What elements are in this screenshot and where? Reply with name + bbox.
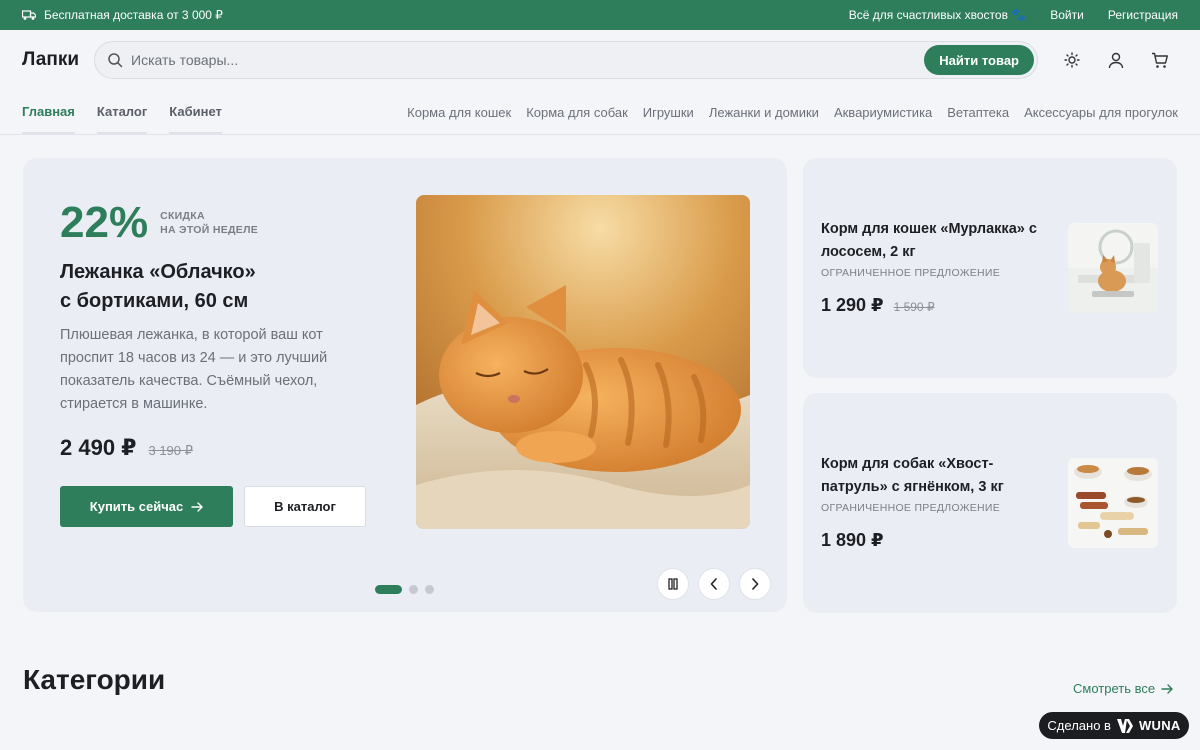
hero-title-line1: Лежанка «Облачко» [60, 261, 256, 283]
chevron-right-icon [752, 578, 759, 590]
promo-text: Всё для счастливых хвостов 🐾 [848, 8, 1027, 22]
wuna-logo-icon [1116, 718, 1133, 733]
hero-price: 2 490 ₽ 3 190 ₽ [60, 435, 193, 461]
pause-slider-button[interactable] [657, 568, 689, 600]
shipping-text: Бесплатная доставка от 3 000 ₽ [44, 8, 223, 22]
offer-title[interactable]: Корм для кошек «Мурлакка» с лососем, 2 к… [821, 218, 1049, 264]
discount-block: 22% СКИДКА НА ЭТОЙ НЕДЕЛЕ [60, 198, 258, 248]
prev-slide-button[interactable] [698, 568, 730, 600]
theme-toggle-sun-icon[interactable] [1062, 50, 1082, 70]
truck-icon [22, 10, 36, 20]
discount-label-line1: СКИДКА [160, 210, 205, 222]
to-catalog-button[interactable]: В каталог [244, 486, 366, 527]
categories-heading: Категории [23, 664, 166, 695]
slide-dot-2[interactable] [409, 585, 418, 594]
offer-old-price: 1 590 ₽ [893, 300, 935, 314]
hero-product-image [416, 195, 750, 529]
nav-catalog[interactable]: Каталог [96, 90, 148, 134]
see-all-label: Смотреть все [1073, 681, 1156, 696]
category-beds[interactable]: Лежанки и домики [709, 105, 819, 120]
made-by-badge[interactable]: Сделано в WUNA [1039, 712, 1189, 739]
chevron-left-icon [710, 578, 717, 590]
search-bar: Найти товар [94, 41, 1038, 79]
offer-image-cat-food[interactable] [1068, 223, 1158, 313]
register-link[interactable]: Регистрация [1108, 8, 1178, 22]
login-link[interactable]: Войти [1050, 8, 1084, 22]
hero-title: Лежанка «Облачко» с бортиками, 60 см [60, 258, 360, 316]
see-all-link[interactable]: Смотреть все [1073, 681, 1173, 696]
hero-old-price: 3 190 ₽ [148, 443, 193, 458]
offer-tag: ОГРАНИЧЕННОЕ ПРЕДЛОЖЕНИЕ [821, 267, 1001, 279]
category-dog-food[interactable]: Корма для собак [526, 105, 628, 120]
category-vet-pharmacy[interactable]: Ветаптека [947, 105, 1009, 120]
offer-price: 1 290 ₽ 1 590 ₽ [821, 295, 935, 316]
hero-current-price: 2 490 ₽ [60, 435, 137, 460]
offer-title[interactable]: Корм для собак «Хвост-патруль» с ягнёнко… [821, 453, 1049, 499]
offer-image-dog-food[interactable] [1068, 458, 1158, 548]
arrow-right-icon [1161, 683, 1173, 694]
discount-percent: 22% [60, 198, 149, 247]
category-toys[interactable]: Игрушки [643, 105, 694, 120]
hero-title-line2: с бортиками, 60 см [60, 290, 249, 312]
offer-card-cat-food[interactable]: Корм для кошек «Мурлакка» с лососем, 2 к… [803, 158, 1177, 378]
search-input[interactable] [123, 52, 925, 68]
shipping-notice: Бесплатная доставка от 3 000 ₽ [22, 8, 223, 22]
nav-home[interactable]: Главная [22, 90, 75, 134]
logo[interactable]: Лапки [22, 49, 94, 71]
slide-dot-3[interactable] [425, 585, 434, 594]
offer-price: 1 890 ₽ [821, 530, 884, 551]
buy-now-button[interactable]: Купить сейчас [60, 486, 233, 527]
hero-banner: 22% СКИДКА НА ЭТОЙ НЕДЕЛЕ Лежанка «Облач… [23, 158, 787, 612]
slider-dots [375, 585, 434, 594]
category-cat-food[interactable]: Корма для кошек [407, 105, 511, 120]
search-button[interactable]: Найти товар [924, 45, 1034, 75]
next-slide-button[interactable] [739, 568, 771, 600]
search-icon [108, 53, 123, 68]
offer-current-price: 1 890 ₽ [821, 530, 884, 550]
made-by-text: Сделано в [1047, 718, 1111, 733]
offer-tag: ОГРАНИЧЕННОЕ ПРЕДЛОЖЕНИЕ [821, 502, 1001, 514]
category-aquarium[interactable]: Аквариумистика [834, 105, 932, 120]
category-walk-accessories[interactable]: Аксессуары для прогулок [1024, 105, 1178, 120]
cart-icon[interactable] [1150, 50, 1170, 70]
pause-icon [668, 578, 678, 590]
slide-dot-1[interactable] [375, 585, 402, 594]
offer-card-dog-food[interactable]: Корм для собак «Хвост-патруль» с ягнёнко… [803, 393, 1177, 613]
hero-description: Плюшевая лежанка, в которой ваш кот прос… [60, 327, 328, 412]
buy-now-label: Купить сейчас [89, 499, 184, 514]
offer-current-price: 1 290 ₽ [821, 295, 884, 315]
made-by-brand: WUNA [1138, 718, 1181, 733]
nav-account[interactable]: Кабинет [169, 90, 222, 134]
main-navigation: Главная Каталог Кабинет Корма для кошек … [0, 90, 1200, 135]
arrow-right-icon [191, 501, 203, 512]
site-header: Лапки Найти товар [0, 30, 1200, 90]
user-icon[interactable] [1106, 50, 1126, 70]
discount-label-line2: НА ЭТОЙ НЕДЕЛЕ [160, 224, 259, 236]
top-bar: Бесплатная доставка от 3 000 ₽ Всё для с… [0, 0, 1200, 30]
